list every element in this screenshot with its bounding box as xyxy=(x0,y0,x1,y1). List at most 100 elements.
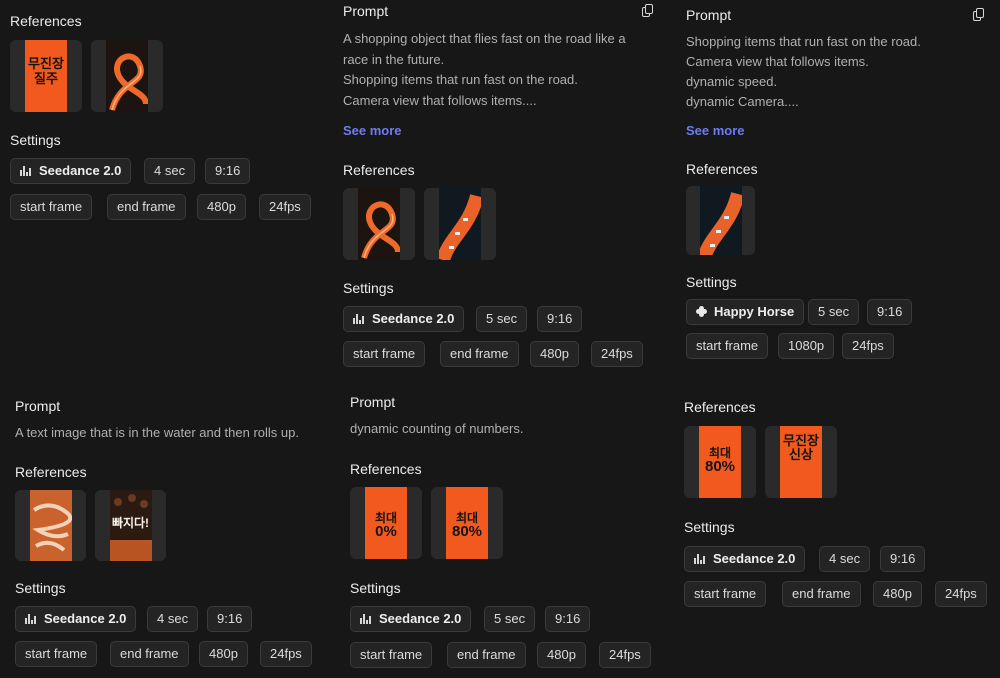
start-frame-chip[interactable]: start frame xyxy=(10,194,93,220)
model-chip[interactable]: Seedance 2.0 xyxy=(15,606,137,632)
fps-chip[interactable]: 24fps xyxy=(591,341,643,367)
resolution-chip[interactable]: 480p xyxy=(530,341,579,367)
prompt-heading: Prompt xyxy=(343,3,389,19)
references-heading: References xyxy=(15,464,87,480)
reference-thumbnail-water[interactable] xyxy=(15,490,86,561)
reference-thumbnail-crowd[interactable]: 빠지다! xyxy=(95,490,166,561)
start-frame-chip[interactable]: start frame xyxy=(686,333,769,359)
see-more-link[interactable]: See more xyxy=(686,123,745,138)
percent-value: 0% xyxy=(375,523,397,540)
bar-chart-icon xyxy=(360,613,372,624)
bar-chart-icon xyxy=(20,165,32,176)
copy-icon[interactable] xyxy=(973,8,984,21)
crowd-lettering: 빠지다! xyxy=(111,516,150,530)
settings-heading: Settings xyxy=(15,580,66,596)
references-heading: References xyxy=(686,161,758,177)
fps-chip[interactable]: 24fps xyxy=(842,333,894,359)
fps-chip[interactable]: 24fps xyxy=(260,641,312,667)
percent-value: 80% xyxy=(451,523,483,540)
prompt-line: dynamic counting of numbers. xyxy=(350,421,524,436)
resolution-chip[interactable]: 480p xyxy=(197,194,246,220)
ratio-chip[interactable]: 9:16 xyxy=(880,546,926,572)
model-name: Happy Horse xyxy=(714,304,795,319)
resolution-chip[interactable]: 480p xyxy=(537,642,586,668)
fps-chip[interactable]: 24fps xyxy=(599,642,651,668)
reference-thumbnail-poster[interactable]: 무진장 질주 xyxy=(10,40,82,112)
prompt-line: race in the future. xyxy=(343,52,445,67)
end-frame-chip[interactable]: end frame xyxy=(110,641,189,667)
reference-thumbnail-road[interactable] xyxy=(686,186,755,255)
loop-road-image xyxy=(109,53,148,111)
prompt-heading: Prompt xyxy=(350,394,396,410)
see-more-link[interactable]: See more xyxy=(343,123,402,138)
model-name: Seedance 2.0 xyxy=(39,163,122,178)
fps-chip[interactable]: 24fps xyxy=(935,581,987,607)
percent-value: 80% xyxy=(704,458,736,475)
settings-heading: Settings xyxy=(684,519,735,535)
duration-chip[interactable]: 4 sec xyxy=(147,606,199,632)
loop-road-image xyxy=(361,201,400,259)
references-heading: References xyxy=(10,13,82,29)
resolution-chip[interactable]: 480p xyxy=(873,581,922,607)
flower-icon xyxy=(696,306,707,318)
prompt-line: A shopping object that flies fast on the… xyxy=(343,31,626,46)
bar-chart-icon xyxy=(353,313,365,324)
copy-icon[interactable] xyxy=(642,4,653,17)
model-chip[interactable]: Seedance 2.0 xyxy=(684,546,806,572)
prompt-line: Shopping items that run fast on the road… xyxy=(686,34,921,49)
settings-heading: Settings xyxy=(686,274,737,290)
settings-heading: Settings xyxy=(10,132,61,148)
ratio-chip[interactable]: 9:16 xyxy=(537,306,583,332)
ratio-chip[interactable]: 9:16 xyxy=(545,606,591,632)
model-name: Seedance 2.0 xyxy=(713,551,796,566)
end-frame-chip[interactable]: end frame xyxy=(782,581,861,607)
prompt-line: Shopping items that run fast on the road… xyxy=(343,72,578,87)
model-name: Seedance 2.0 xyxy=(44,611,127,626)
settings-heading: Settings xyxy=(343,280,394,296)
duration-chip[interactable]: 5 sec xyxy=(476,306,528,332)
start-frame-chip[interactable]: start frame xyxy=(15,641,98,667)
resolution-chip[interactable]: 480p xyxy=(199,641,248,667)
highway-image xyxy=(439,194,481,260)
model-chip[interactable]: Happy Horse xyxy=(686,299,805,325)
bar-chart-icon xyxy=(694,553,706,564)
water-lettering-image xyxy=(31,503,72,552)
model-chip[interactable]: Seedance 2.0 xyxy=(343,306,465,332)
prompt-line: Camera view that follows items.... xyxy=(343,93,537,108)
prompt-line: dynamic Camera.... xyxy=(686,94,799,109)
reference-thumbnail-percent[interactable]: 최대 0% xyxy=(350,487,422,559)
start-frame-chip[interactable]: start frame xyxy=(350,642,433,668)
prompt-heading: Prompt xyxy=(686,7,732,23)
bar-chart-icon xyxy=(25,613,37,624)
reference-thumbnail-loop[interactable] xyxy=(343,188,415,260)
prompt-heading: Prompt xyxy=(15,398,61,414)
prompt-line: A text image that is in the water and th… xyxy=(15,425,299,440)
duration-chip[interactable]: 4 sec xyxy=(144,158,196,184)
reference-thumbnail-percent[interactable]: 최대 80% xyxy=(431,487,503,559)
start-frame-chip[interactable]: start frame xyxy=(684,581,767,607)
prompt-line: dynamic speed. xyxy=(686,74,778,89)
ratio-chip[interactable]: 9:16 xyxy=(207,606,253,632)
reference-thumbnail-loop[interactable] xyxy=(91,40,163,112)
resolution-chip[interactable]: 1080p xyxy=(778,333,835,359)
end-frame-chip[interactable]: end frame xyxy=(107,194,186,220)
references-heading: References xyxy=(350,461,422,477)
start-frame-chip[interactable]: start frame xyxy=(343,341,426,367)
reference-thumbnail-percent[interactable]: 최대 80% xyxy=(684,426,756,498)
end-frame-chip[interactable]: end frame xyxy=(440,341,519,367)
duration-chip[interactable]: 5 sec xyxy=(808,299,860,325)
reference-thumbnail-road[interactable] xyxy=(424,188,496,260)
ratio-chip[interactable]: 9:16 xyxy=(205,158,251,184)
reference-thumbnail-poster[interactable]: 무진장 신상 xyxy=(765,426,837,498)
prompt-line: Camera view that follows items. xyxy=(686,54,869,69)
settings-heading: Settings xyxy=(350,580,401,596)
model-chip[interactable]: Seedance 2.0 xyxy=(350,606,472,632)
references-heading: References xyxy=(343,162,415,178)
model-chip[interactable]: Seedance 2.0 xyxy=(10,158,132,184)
model-name: Seedance 2.0 xyxy=(372,311,455,326)
fps-chip[interactable]: 24fps xyxy=(259,194,311,220)
end-frame-chip[interactable]: end frame xyxy=(447,642,526,668)
duration-chip[interactable]: 5 sec xyxy=(484,606,536,632)
duration-chip[interactable]: 4 sec xyxy=(819,546,871,572)
ratio-chip[interactable]: 9:16 xyxy=(867,299,913,325)
